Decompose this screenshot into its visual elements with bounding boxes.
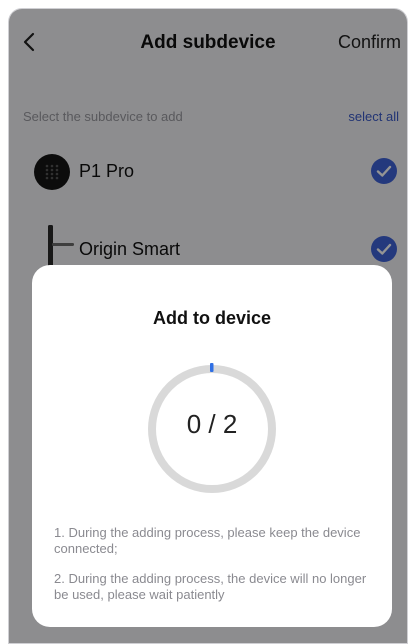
add-progress-dialog: Add to device 0 / 2 1. During the adding…: [32, 265, 392, 627]
progress-ring-indicator: [210, 363, 214, 372]
progress-count: 0 / 2: [186, 409, 238, 439]
dialog-title: Add to device: [152, 308, 272, 328]
app-screen: Add subdevice Confirm Select the subdevi…: [8, 8, 408, 644]
progress-ring: 0 / 2: [142, 359, 282, 499]
instruction-note: 2. During the adding process, the device…: [54, 571, 367, 602]
instruction-note: 1. During the adding process, please kee…: [54, 525, 361, 556]
